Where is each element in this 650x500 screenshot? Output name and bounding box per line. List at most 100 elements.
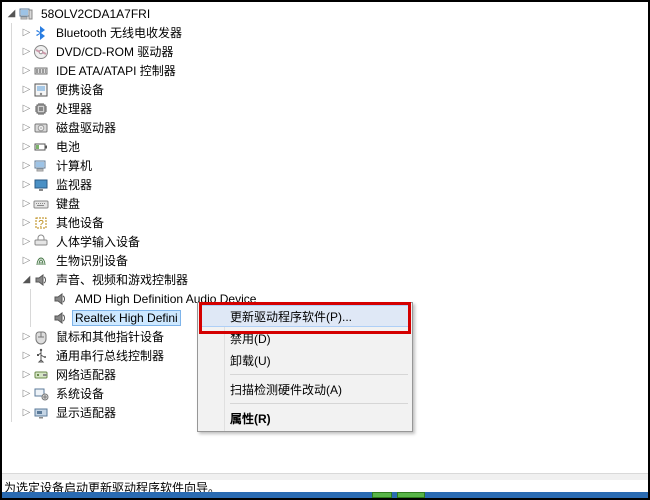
menu-item-scan[interactable]: 扫描检测硬件改动(A)	[200, 378, 410, 400]
tree-item-battery[interactable]: ▷电池	[2, 137, 648, 156]
tree-guide	[2, 156, 21, 175]
expand-toggle[interactable]: ▷	[21, 369, 32, 380]
expand-toggle[interactable]: ▷	[21, 255, 32, 266]
tree-item-other[interactable]: ▷ 其他设备	[2, 213, 648, 232]
other-icon	[33, 215, 49, 231]
tree-guide	[2, 270, 21, 289]
tree-item-label: 系统设备	[53, 384, 107, 403]
tree-item-monitor[interactable]: ▷监视器	[2, 175, 648, 194]
expand-toggle[interactable]: ◢	[21, 274, 32, 285]
keyboard-icon	[33, 196, 49, 212]
menu-separator	[230, 374, 408, 375]
tree-root[interactable]: ◢ 58OLV2CDA1A7FRI	[2, 4, 648, 23]
tree-item-biometric[interactable]: ▷ 生物识别设备	[2, 251, 648, 270]
tree-guide	[2, 23, 21, 42]
tree-item-label: DVD/CD-ROM 驱动器	[53, 42, 176, 61]
tree-item-label: 便携设备	[53, 80, 107, 99]
taskbar-strip	[2, 492, 648, 498]
tree-guide	[2, 175, 21, 194]
battery-icon	[33, 139, 49, 155]
expand-toggle[interactable]: ▷	[21, 141, 32, 152]
network-icon	[33, 367, 49, 383]
tree-item-label: Bluetooth 无线电收发器	[53, 23, 185, 42]
expand-toggle[interactable]: ▷	[21, 179, 32, 190]
tree-item-bluetooth[interactable]: ▷ Bluetooth 无线电收发器	[2, 23, 648, 42]
menu-item-update[interactable]: 更新驱动程序软件(P)...	[200, 305, 410, 327]
tree-guide	[2, 327, 21, 346]
expand-toggle[interactable]: ▷	[21, 407, 32, 418]
tree-item-label: 计算机	[53, 156, 95, 175]
expand-toggle[interactable]: ▷	[21, 65, 32, 76]
tree-item-label: 其他设备	[53, 213, 107, 232]
bluetooth-icon	[33, 25, 49, 41]
taskbar-item[interactable]	[397, 492, 425, 498]
menu-item-label: 禁用(D)	[230, 330, 271, 347]
sound-icon	[52, 310, 68, 326]
tree-guide	[2, 99, 21, 118]
tree-item-dvd[interactable]: ▷ DVD/CD-ROM 驱动器	[2, 42, 648, 61]
tree-item-label: 生物识别设备	[53, 251, 131, 270]
tree-item-portable[interactable]: ▷ 便携设备	[2, 80, 648, 99]
tree-guide	[2, 61, 21, 80]
expand-toggle[interactable]: ▷	[21, 46, 32, 57]
monitor-icon	[33, 177, 49, 193]
tree-guide	[2, 289, 21, 308]
expand-toggle[interactable]: ▷	[21, 198, 32, 209]
menu-item-label: 卸载(U)	[230, 352, 271, 369]
tree-guide	[2, 137, 21, 156]
tree-item-cpu[interactable]: ▷ 处理器	[2, 99, 648, 118]
biometric-icon	[33, 253, 49, 269]
tree-item-sound[interactable]: ◢声音、视频和游戏控制器	[2, 270, 648, 289]
tree-item-disk[interactable]: ▷ 磁盘驱动器	[2, 118, 648, 137]
expand-toggle[interactable]: ▷	[21, 217, 32, 228]
tree-item-label: 键盘	[53, 194, 83, 213]
expand-toggle[interactable]: ▷	[21, 160, 32, 171]
menu-item-label: 扫描检测硬件改动(A)	[230, 381, 342, 398]
sound-icon	[52, 291, 68, 307]
expand-toggle[interactable]: ▷	[21, 350, 32, 361]
tree-item-hid[interactable]: ▷ 人体学输入设备	[2, 232, 648, 251]
expand-toggle[interactable]: ▷	[21, 388, 32, 399]
menu-item-disable[interactable]: 禁用(D)	[200, 327, 410, 349]
expand-toggle[interactable]: ▷	[21, 84, 32, 95]
device-manager-window: ◢ 58OLV2CDA1A7FRI ▷ Bluetooth 无线电收发器 ▷ DVD/…	[0, 0, 650, 500]
expand-toggle[interactable]: ▷	[21, 331, 32, 342]
mouse-icon	[33, 329, 49, 345]
cpu-icon	[33, 101, 49, 117]
tree-item-ide[interactable]: ▷ IDE ATA/ATAPI 控制器	[2, 61, 648, 80]
disk-icon	[33, 120, 49, 136]
tree-guide	[2, 42, 21, 61]
expand-toggle[interactable]: ▷	[21, 103, 32, 114]
menu-item-props[interactable]: 属性(R)	[200, 407, 410, 429]
tree-guide	[2, 346, 21, 365]
tree-item-label: IDE ATA/ATAPI 控制器	[53, 61, 179, 80]
tree-guide	[2, 232, 21, 251]
taskbar-item[interactable]	[372, 492, 392, 498]
tree-root-label: 58OLV2CDA1A7FRI	[38, 6, 153, 22]
tree-guide	[2, 213, 21, 232]
sound-icon	[33, 272, 49, 288]
tree-guide	[2, 308, 21, 327]
expand-toggle[interactable]: ◢	[6, 8, 17, 19]
tree-item-label: 磁盘驱动器	[53, 118, 119, 137]
tree-item-keyboard[interactable]: ▷ 键盘	[2, 194, 648, 213]
tree-guide	[2, 118, 21, 137]
expand-toggle[interactable]: ▷	[21, 27, 32, 38]
expand-toggle[interactable]: ▷	[21, 236, 32, 247]
menu-item-label: 属性(R)	[230, 410, 271, 427]
tree-item-label: 鼠标和其他指针设备	[53, 327, 167, 346]
computer-icon	[18, 6, 34, 22]
tree-item-label: 人体学输入设备	[53, 232, 143, 251]
tree-guide	[2, 365, 21, 384]
tree-guide	[2, 403, 21, 422]
tree-item-computer[interactable]: ▷ 计算机	[2, 156, 648, 175]
tree-item-label: 通用串行总线控制器	[53, 346, 167, 365]
tree-item-label: 处理器	[53, 99, 95, 118]
system-icon	[33, 386, 49, 402]
tree-item-label: 网络适配器	[53, 365, 119, 384]
menu-separator	[230, 403, 408, 404]
expand-toggle[interactable]: ▷	[21, 122, 32, 133]
menu-item-uninstall[interactable]: 卸载(U)	[200, 349, 410, 371]
tree-guide	[2, 384, 21, 403]
portable-icon	[33, 82, 49, 98]
